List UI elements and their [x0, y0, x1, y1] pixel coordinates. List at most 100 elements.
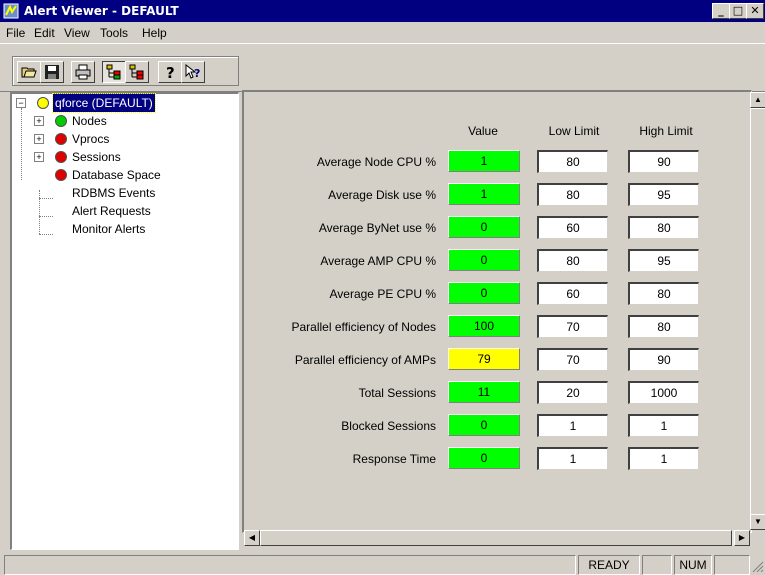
collapse-icon[interactable]: −	[16, 98, 26, 108]
scroll-left-button[interactable]: ◀	[244, 530, 260, 546]
horizontal-scrollbar[interactable]: ◀ ▶	[244, 530, 750, 546]
high-limit-field[interactable]: 1	[628, 414, 699, 437]
tree-item-monitor-alerts[interactable]: Monitor Alerts	[12, 220, 232, 238]
metric-value: 79	[448, 348, 520, 370]
high-limit-field[interactable]: 80	[628, 282, 699, 305]
help-button[interactable]: ?	[158, 61, 182, 83]
high-limit-field[interactable]: 1000	[628, 381, 699, 404]
menu-bar: File Edit View Tools Help	[0, 23, 765, 43]
low-limit-field[interactable]: 80	[537, 183, 608, 206]
high-limit-field[interactable]: 90	[628, 150, 699, 173]
tree-view-icon	[106, 64, 121, 80]
scroll-right-button[interactable]: ▶	[734, 530, 750, 546]
expand-icon[interactable]: +	[34, 134, 44, 144]
low-limit-field[interactable]: 80	[537, 249, 608, 272]
status-bar: READY NUM	[0, 553, 765, 575]
tree-item-nodes[interactable]: + Nodes	[12, 112, 232, 130]
minimize-button[interactable]: _	[712, 3, 730, 19]
menu-help[interactable]: Help	[142, 26, 167, 40]
tree-item-label[interactable]: RDBMS Events	[72, 184, 155, 202]
metric-value: 1	[448, 183, 520, 205]
window-title: Alert Viewer - DEFAULT	[24, 4, 179, 18]
tree-item-database-space[interactable]: Database Space	[12, 166, 232, 184]
status-dot-icon	[55, 133, 67, 145]
alert-values-panel: Value Low Limit High Limit Average Node …	[242, 90, 752, 533]
menu-tools[interactable]: Tools	[100, 26, 128, 40]
tree-item-label[interactable]: Sessions	[72, 148, 121, 166]
metric-value: 0	[448, 414, 520, 436]
tree-root-label[interactable]: qforce (DEFAULT)	[52, 93, 156, 113]
save-button[interactable]	[40, 61, 64, 83]
scroll-down-button[interactable]: ▼	[750, 514, 765, 530]
high-limit-field[interactable]: 90	[628, 348, 699, 371]
tree-item-vprocs[interactable]: + Vprocs	[12, 130, 232, 148]
tree-item-label[interactable]: Nodes	[72, 112, 107, 130]
high-limit-field[interactable]: 1	[628, 447, 699, 470]
horizontal-scroll-thumb[interactable]	[260, 530, 732, 546]
metric-value: 100	[448, 315, 520, 337]
save-icon	[45, 65, 59, 79]
context-help-button[interactable]: ?	[181, 61, 205, 83]
help-icon: ?	[166, 64, 175, 80]
toolbar-panel: ? ?	[12, 56, 239, 86]
status-ready: READY	[578, 555, 640, 575]
column-header-low-limit: Low Limit	[548, 124, 600, 138]
high-limit-field[interactable]: 80	[628, 315, 699, 338]
high-limit-field[interactable]: 80	[628, 216, 699, 239]
low-limit-field[interactable]: 20	[537, 381, 608, 404]
maximize-button[interactable]: □	[729, 3, 747, 19]
low-limit-field[interactable]: 1	[537, 414, 608, 437]
print-button[interactable]	[71, 61, 95, 83]
metric-label: Average Node CPU %	[316, 155, 436, 169]
high-limit-field[interactable]: 95	[628, 183, 699, 206]
scroll-up-button[interactable]: ▲	[750, 92, 765, 108]
status-dot-icon	[55, 169, 67, 181]
open-icon	[21, 67, 37, 78]
status-dot-icon	[55, 115, 67, 127]
tree-item-label[interactable]: Monitor Alerts	[72, 220, 145, 238]
close-button[interactable]: ✕	[746, 3, 764, 19]
svg-text:?: ?	[194, 67, 200, 80]
metric-value: 0	[448, 216, 520, 238]
metric-label: Average Disk use %	[328, 188, 436, 202]
status-message-panel	[4, 555, 576, 575]
metric-value: 1	[448, 150, 520, 172]
low-limit-field[interactable]: 70	[537, 315, 608, 338]
metric-value: 0	[448, 282, 520, 304]
tree-item-label[interactable]: Database Space	[72, 166, 161, 184]
menu-edit[interactable]: Edit	[34, 26, 55, 40]
tree-view[interactable]: − qforce (DEFAULT) + Nodes + Vprocs + Se…	[10, 92, 239, 550]
print-icon	[75, 64, 91, 80]
tree-view-button[interactable]	[102, 61, 126, 83]
status-scrl	[714, 555, 750, 575]
context-help-icon: ?	[185, 64, 200, 80]
alert-tree-button[interactable]	[125, 61, 149, 83]
metric-label: Total Sessions	[358, 386, 436, 400]
menu-file[interactable]: File	[6, 26, 25, 40]
vertical-scroll-thumb[interactable]	[750, 108, 765, 516]
vertical-scrollbar[interactable]: ▲ ▼	[750, 92, 765, 530]
app-icon	[3, 3, 19, 19]
tree-item-alert-requests[interactable]: Alert Requests	[12, 202, 232, 220]
tree-root[interactable]: − qforce (DEFAULT)	[12, 93, 232, 113]
metric-label: Average ByNet use %	[318, 221, 436, 235]
metric-value: 0	[448, 249, 520, 271]
low-limit-field[interactable]: 80	[537, 150, 608, 173]
metric-label: Parallel efficiency of AMPs	[294, 353, 436, 367]
tree-item-label[interactable]: Alert Requests	[72, 202, 151, 220]
menu-view[interactable]: View	[64, 26, 90, 40]
expand-icon[interactable]: +	[34, 116, 44, 126]
high-limit-field[interactable]: 95	[628, 249, 699, 272]
tree-item-sessions[interactable]: + Sessions	[12, 148, 232, 166]
tree-item-rdbms-events[interactable]: RDBMS Events	[12, 184, 232, 202]
low-limit-field[interactable]: 60	[537, 216, 608, 239]
low-limit-field[interactable]: 70	[537, 348, 608, 371]
tree-item-label[interactable]: Vprocs	[72, 130, 109, 148]
expand-icon[interactable]: +	[34, 152, 44, 162]
low-limit-field[interactable]: 60	[537, 282, 608, 305]
open-button[interactable]	[17, 61, 41, 83]
low-limit-field[interactable]: 1	[537, 447, 608, 470]
column-header-value: Value	[468, 124, 498, 138]
resize-grip-icon[interactable]	[752, 561, 764, 573]
column-header-high-limit: High Limit	[639, 124, 693, 138]
